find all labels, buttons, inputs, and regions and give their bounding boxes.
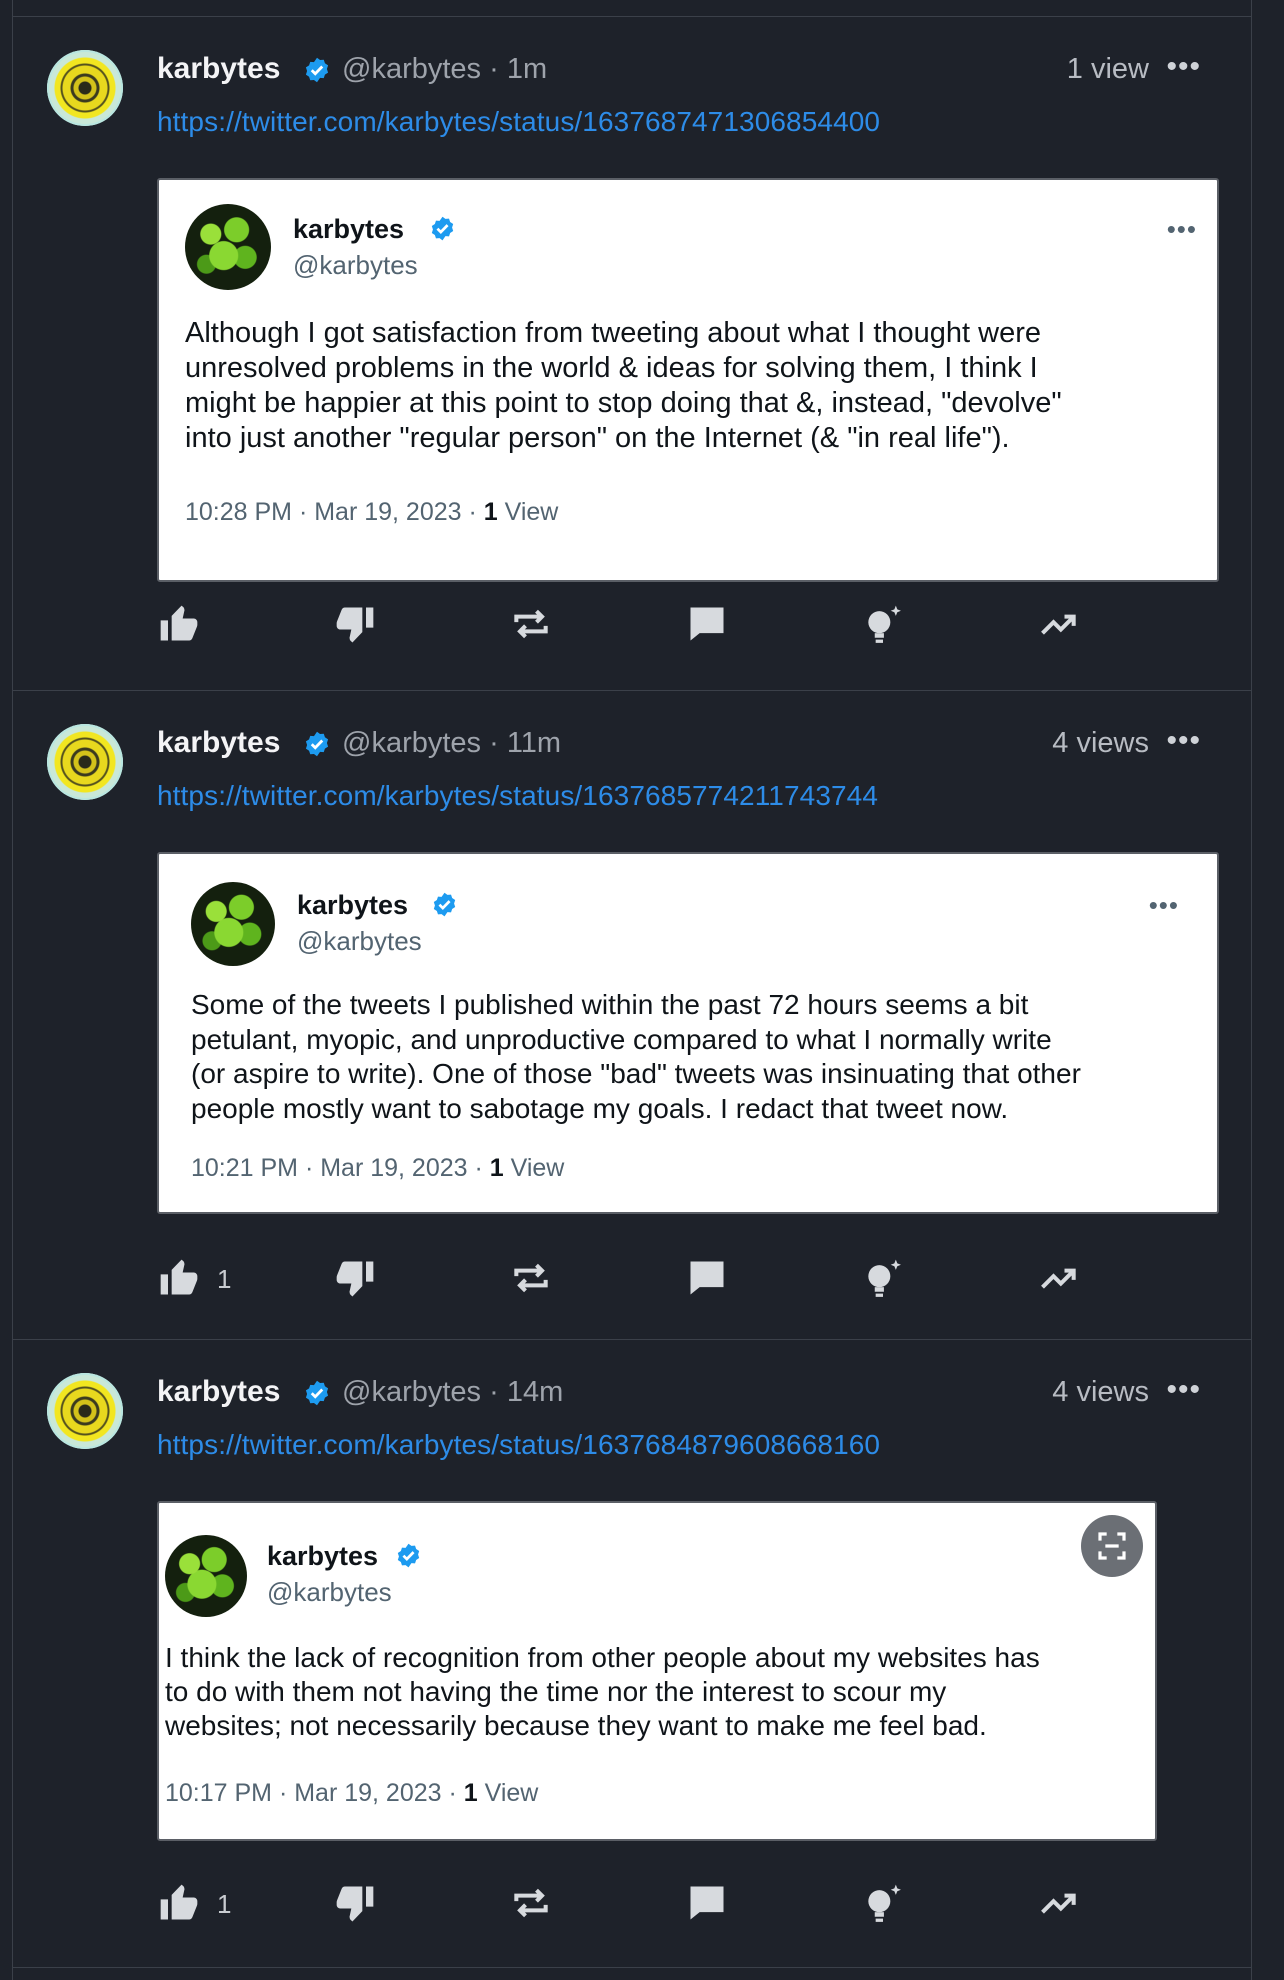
comment-button[interactable] [685,602,729,646]
card-avatar [191,882,275,966]
card-author-handle: @karbytes [297,926,422,956]
more-options-icon[interactable]: ••• [1166,1373,1201,1407]
tweet-link[interactable]: https://twitter.com/karbytes/status/1637… [157,780,878,812]
insight-button[interactable] [861,602,905,646]
comment-icon [690,1886,724,1920]
tweet-link[interactable]: https://twitter.com/karbytes/status/1637… [157,106,880,138]
author-name[interactable]: karbytes [157,1375,280,1409]
post-header: karbytes @karbytes · 1m 1 view ••• [157,50,1211,92]
repost-button[interactable] [509,1256,553,1300]
verified-badge-icon [305,731,329,757]
lightbulb-icon [868,1884,901,1922]
verified-badge-icon [305,1380,329,1406]
trending-icon [1041,1893,1076,1914]
author-name[interactable]: karbytes [157,726,280,760]
action-bar [157,602,1097,652]
lightbulb-icon [868,1259,901,1297]
card-author-name: karbytes [297,890,409,920]
embedded-tweet-card[interactable]: karbytes @karbytes ••• Although I got sa… [157,178,1219,582]
analytics-button[interactable] [1037,602,1081,646]
avatar[interactable] [47,724,123,800]
card-tweet-text: Although I got satisfaction from tweetin… [185,317,1062,454]
card-author-handle: @karbytes [267,1577,392,1607]
card-more-icon: ••• [1148,890,1179,920]
view-count: 1 view [1066,53,1149,85]
comment-button[interactable] [685,1256,729,1300]
post-time: · 11m [489,727,562,759]
post-time: · 1m [489,53,548,85]
repost-button[interactable] [509,602,553,646]
view-count: 4 views [1052,727,1149,759]
post-header: karbytes @karbytes · 14m 4 views ••• [157,1373,1211,1415]
feed: karbytes @karbytes · 1m 1 view ••• https… [12,0,1252,1980]
dislike-button[interactable] [333,602,377,646]
thumbs-up-icon [160,1884,198,1920]
embedded-tweet-card[interactable]: karbytes @karbytes ••• Some of the tweet… [157,852,1219,1214]
like-count: 1 [217,1889,232,1919]
thumbs-up-icon [160,605,198,641]
avatar[interactable] [47,50,123,126]
card-more-icon: ••• [1166,214,1197,244]
card-author-name: karbytes [293,214,405,244]
card-tweet-text: Some of the tweets I published within th… [191,989,1081,1124]
analytics-button[interactable] [1037,1256,1081,1300]
trending-icon [1041,1268,1076,1289]
author-handle[interactable]: @karbytes · 11m [342,727,561,760]
view-count: 4 views [1052,1376,1149,1408]
verified-badge-icon [397,1543,420,1568]
insight-button[interactable] [861,1881,905,1925]
trending-icon [1041,614,1076,635]
card-tweet-text: I think the lack of recognition from oth… [165,1642,1040,1741]
post[interactable]: karbytes @karbytes · 14m 4 views ••• htt… [13,1339,1251,1968]
post[interactable]: karbytes @karbytes · 11m 4 views ••• htt… [13,690,1251,1340]
repost-icon [514,1888,548,1918]
action-bar: 1 [157,1256,1097,1306]
author-handle[interactable]: @karbytes · 1m [342,53,547,86]
thumbs-up-icon [160,1259,198,1295]
scan-button[interactable] [1081,1515,1143,1577]
tweet-link[interactable]: https://twitter.com/karbytes/status/1637… [157,1429,880,1461]
insight-button[interactable] [861,1256,905,1300]
card-author-name: karbytes [267,1541,379,1571]
more-options-icon[interactable]: ••• [1166,50,1201,84]
card-author-handle: @karbytes [293,250,418,280]
verified-badge-icon [433,892,456,917]
scan-icon [1098,1532,1126,1560]
analytics-button[interactable] [1037,1881,1081,1925]
card-avatar [165,1535,247,1617]
card-timestamp: 10:17 PM · Mar 19, 2023 · 1 View [165,1779,539,1807]
repost-button[interactable] [509,1881,553,1925]
post-time: · 14m [489,1376,564,1408]
like-count: 1 [217,1264,232,1294]
author-name[interactable]: karbytes [157,52,280,86]
like-button[interactable]: 1 [157,1256,231,1300]
thumbs-down-icon [336,1886,374,1922]
embedded-tweet-card[interactable]: karbytes @karbytes I think the lack of r… [157,1501,1157,1841]
post-header: karbytes @karbytes · 11m 4 views ••• [157,724,1211,766]
repost-icon [514,1263,548,1293]
like-button[interactable] [157,602,201,646]
lightbulb-icon [868,605,901,643]
thumbs-down-icon [336,1261,374,1297]
card-timestamp: 10:21 PM · Mar 19, 2023 · 1 View [191,1154,565,1182]
more-options-icon[interactable]: ••• [1166,724,1201,758]
card-avatar [185,204,271,290]
action-bar: 1 [157,1881,1097,1931]
dislike-button[interactable] [333,1256,377,1300]
author-handle[interactable]: @karbytes · 14m [342,1376,563,1409]
post[interactable]: karbytes @karbytes · 1m 1 view ••• https… [13,16,1251,691]
repost-icon [514,609,548,639]
thumbs-down-icon [336,607,374,643]
verified-badge-icon [305,57,329,83]
dislike-button[interactable] [333,1881,377,1925]
avatar[interactable] [47,1373,123,1449]
like-button[interactable]: 1 [157,1881,231,1925]
verified-badge-icon [431,216,454,241]
comment-button[interactable] [685,1881,729,1925]
comment-icon [690,607,724,641]
card-timestamp: 10:28 PM · Mar 19, 2023 · 1 View [185,498,559,526]
comment-icon [690,1261,724,1295]
